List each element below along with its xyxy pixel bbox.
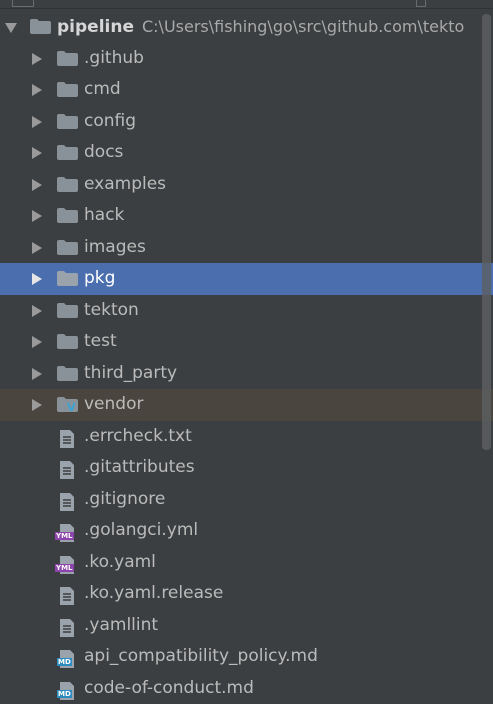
tree-file-row[interactable]: .gitattributes xyxy=(0,452,493,484)
chevron-right-icon[interactable] xyxy=(32,336,42,348)
tree-folder-row[interactable]: third_party xyxy=(0,358,493,390)
root-folder-path: C:\Users\fishing\go\src\github.com\tekto xyxy=(142,17,464,36)
tree-file-row[interactable]: YML .golangci.yml xyxy=(0,515,493,547)
tree-folder-row[interactable]: .github xyxy=(0,43,493,75)
vendor-folder-icon: V xyxy=(57,397,78,412)
folder-icon xyxy=(57,82,78,97)
chevron-right-icon[interactable] xyxy=(32,179,42,191)
yaml-file-icon: YML xyxy=(60,522,74,540)
folder-label: vendor xyxy=(84,389,143,420)
tree-folder-row[interactable]: docs xyxy=(0,137,493,169)
text-file-icon xyxy=(60,491,74,509)
folder-icon xyxy=(57,366,78,381)
chevron-right-icon[interactable] xyxy=(32,116,42,128)
folder-label: pkg xyxy=(84,263,115,294)
text-file-icon xyxy=(60,585,74,603)
file-label: code-of-conduct.md xyxy=(84,673,254,704)
vendor-badge: V xyxy=(66,402,77,413)
file-label: .gitattributes xyxy=(84,452,195,483)
tree-file-row[interactable]: MD code-of-conduct.md xyxy=(0,673,493,704)
chevron-down-icon[interactable] xyxy=(5,23,17,33)
folder-label: .github xyxy=(84,43,144,74)
markdown-file-icon: MD xyxy=(60,648,74,666)
folder-icon xyxy=(57,114,78,129)
tree-folder-row-selected[interactable]: pkg xyxy=(0,263,493,295)
folder-icon xyxy=(57,271,78,286)
file-label: .ko.yaml.release xyxy=(84,578,223,609)
folder-label: docs xyxy=(84,137,123,168)
md-badge: MD xyxy=(57,690,72,698)
folder-icon xyxy=(57,334,78,349)
root-folder-name: pipeline xyxy=(57,17,134,37)
vertical-scrollbar[interactable] xyxy=(482,14,491,450)
yml-badge: YML xyxy=(55,564,74,572)
folder-icon xyxy=(57,240,78,255)
tree-folder-row[interactable]: images xyxy=(0,232,493,264)
chevron-right-icon[interactable] xyxy=(32,210,42,222)
tree-folder-row[interactable]: test xyxy=(0,326,493,358)
tree-file-row[interactable]: .ko.yaml.release xyxy=(0,578,493,610)
folder-label: test xyxy=(84,326,117,357)
header-tab-fragment[interactable] xyxy=(12,0,34,7)
folder-icon xyxy=(57,177,78,192)
folder-label: examples xyxy=(84,169,166,200)
text-file-icon xyxy=(60,617,74,635)
tree-file-row[interactable]: MD api_compatibility_policy.md xyxy=(0,641,493,673)
file-label: .golangci.yml xyxy=(84,515,198,546)
folder-label: hack xyxy=(84,200,124,231)
tree-folder-row-vendor[interactable]: V vendor xyxy=(0,389,493,421)
tree-root-row[interactable]: pipeline C:\Users\fishing\go\src\github.c… xyxy=(0,11,493,43)
file-label: .gitignore xyxy=(84,484,165,515)
folder-icon xyxy=(30,19,51,34)
yaml-file-icon: YML xyxy=(60,554,74,572)
chevron-right-icon[interactable] xyxy=(32,305,42,317)
text-file-icon xyxy=(60,428,74,446)
tree-file-row[interactable]: .gitignore xyxy=(0,484,493,516)
chevron-right-icon[interactable] xyxy=(32,242,42,254)
folder-icon xyxy=(57,303,78,318)
tree-folder-row[interactable]: cmd xyxy=(0,74,493,106)
project-tree: pipeline C:\Users\fishing\go\src\github.c… xyxy=(0,11,493,704)
tool-window-header xyxy=(0,0,493,9)
folder-label: config xyxy=(84,106,136,137)
tree-file-row[interactable]: .errcheck.txt xyxy=(0,421,493,453)
folder-label: third_party xyxy=(84,358,177,389)
tree-root-label: pipeline C:\Users\fishing\go\src\github.c… xyxy=(57,11,464,43)
chevron-right-icon[interactable] xyxy=(32,368,42,380)
tree-folder-row[interactable]: tekton xyxy=(0,295,493,327)
folder-label: images xyxy=(84,232,146,263)
folder-label: tekton xyxy=(84,295,139,326)
yml-badge: YML xyxy=(55,532,74,540)
text-file-icon xyxy=(60,459,74,477)
chevron-right-icon[interactable] xyxy=(32,53,42,65)
header-button-fragment[interactable] xyxy=(416,0,426,7)
chevron-right-icon[interactable] xyxy=(32,84,42,96)
file-label: api_compatibility_policy.md xyxy=(84,641,318,672)
tree-folder-row[interactable]: config xyxy=(0,106,493,138)
file-label: .yamllint xyxy=(84,610,158,641)
file-label: .errcheck.txt xyxy=(84,421,192,452)
tree-folder-row[interactable]: examples xyxy=(0,169,493,201)
tree-file-row[interactable]: YML .ko.yaml xyxy=(0,547,493,579)
file-label: .ko.yaml xyxy=(84,547,156,578)
tree-folder-row[interactable]: hack xyxy=(0,200,493,232)
chevron-right-icon[interactable] xyxy=(32,273,42,285)
chevron-right-icon[interactable] xyxy=(32,147,42,159)
tree-file-row[interactable]: .yamllint xyxy=(0,610,493,642)
folder-icon xyxy=(57,145,78,160)
folder-icon xyxy=(57,51,78,66)
folder-icon xyxy=(57,208,78,223)
md-badge: MD xyxy=(57,658,72,666)
chevron-right-icon[interactable] xyxy=(32,399,42,411)
markdown-file-icon: MD xyxy=(60,680,74,698)
folder-label: cmd xyxy=(84,74,121,105)
